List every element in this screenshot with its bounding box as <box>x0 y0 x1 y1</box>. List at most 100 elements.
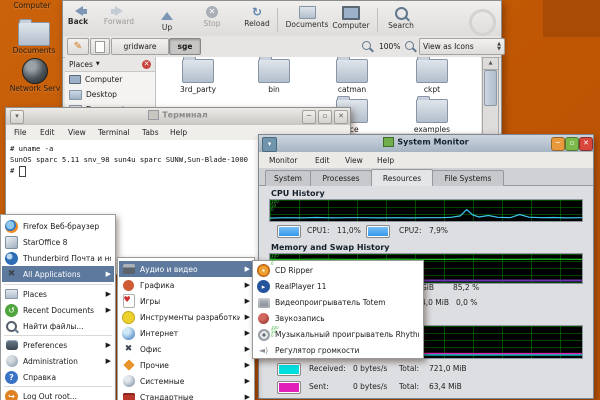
menu-item-rhythmbox[interactable]: Музыкальный проигрыватель Rhythmbox <box>254 327 422 342</box>
file-list-scrollbar[interactable]: ▲ <box>482 57 499 135</box>
received-total-label: Total: <box>399 364 419 373</box>
search-button[interactable]: Search <box>381 6 421 35</box>
documents-button[interactable]: Documents <box>281 6 333 35</box>
sidebar-item-computer[interactable]: Computer <box>65 72 155 87</box>
cpu2-value: 7,9% <box>429 226 448 235</box>
menu-item-label: CD Ripper <box>275 266 419 275</box>
view-mode-select[interactable]: View as Icons ▲▼ <box>419 38 505 55</box>
menu-item-internet[interactable]: Интернет▶ <box>119 325 253 341</box>
tab-processes[interactable]: Processes <box>310 170 372 186</box>
sent-swatch <box>277 381 301 394</box>
menu-item-dev-tools[interactable]: Инструменты разработки▶ <box>119 309 253 325</box>
menu-item-firefox[interactable]: Firefox Веб-браузер <box>2 218 114 234</box>
computer-button[interactable]: Computer <box>329 6 373 35</box>
menu-item-realplayer[interactable]: ▸RealPlayer 11 <box>254 279 422 294</box>
file-item-catman[interactable]: catman <box>320 59 384 94</box>
path-button-gridware[interactable]: gridware <box>111 38 169 55</box>
edit-location-button[interactable]: ✎ <box>67 38 89 55</box>
menu-view[interactable]: View <box>345 152 363 168</box>
menu-item-games[interactable]: ♥Игры▶ <box>119 293 253 309</box>
up-button[interactable]: Up <box>153 6 181 35</box>
scrollbar-thumb[interactable] <box>484 70 497 106</box>
file-item-bin[interactable]: bin <box>242 59 306 94</box>
menu-edit[interactable]: Edit <box>315 152 330 168</box>
volume-icon: ◄) <box>257 344 270 357</box>
places-folder-icon <box>5 289 18 299</box>
sidebar-header[interactable]: Places ▼ ✕ <box>65 57 155 72</box>
menu-item-staroffice[interactable]: StarOffice 8 <box>2 234 114 250</box>
desktop-icon-computer[interactable]: Computer <box>2 1 62 10</box>
menu-item-search-files[interactable]: Найти файлы... <box>2 318 114 334</box>
back-icon <box>70 6 87 16</box>
forward-button[interactable]: Forward <box>99 6 139 35</box>
maximize-button[interactable]: ▫ <box>565 137 579 151</box>
path-button-sge[interactable]: sge <box>169 38 201 55</box>
menu-item-preferences[interactable]: Preferences▶ <box>2 337 114 353</box>
menu-item-logout[interactable]: ↪Log Out root... <box>2 388 114 400</box>
menu-item-thunderbird[interactable]: Thunderbird Почта и новости <box>2 250 114 266</box>
tab-system[interactable]: System <box>265 170 311 186</box>
menu-item-all-applications[interactable]: ✖All Applications▶ <box>2 266 114 282</box>
menu-item-graphics[interactable]: Графика▶ <box>119 277 253 293</box>
audio-video-icon <box>123 264 135 274</box>
sidebar-item-desktop[interactable]: Desktop <box>65 87 155 102</box>
file-item-3rd_party[interactable]: 3rd_party <box>166 59 230 94</box>
menu-item-cd-ripper[interactable]: CD Ripper <box>254 263 422 278</box>
menu-item-help[interactable]: ?Справка <box>2 369 114 385</box>
sent-total: 63,4 MiB <box>429 382 462 391</box>
menu-tabs[interactable]: Tabs <box>142 125 159 140</box>
new-note-button[interactable] <box>90 38 110 55</box>
menu-view[interactable]: View <box>68 125 86 140</box>
submenu-arrow-icon: ▶ <box>245 265 250 273</box>
menu-item-office[interactable]: ✖Офис▶ <box>119 341 253 357</box>
stepper-arrows-icon: ▲▼ <box>497 42 501 52</box>
minimize-button[interactable]: ─ <box>302 110 316 124</box>
menu-item-totem[interactable]: Видеопроигрыватель Totem <box>254 295 422 310</box>
menu-file[interactable]: File <box>14 125 27 140</box>
back-button[interactable]: Back <box>63 6 93 35</box>
tab-file-systems[interactable]: File Systems <box>432 170 504 186</box>
minimize-button[interactable]: ─ <box>551 137 565 151</box>
menu-item-volume-control[interactable]: ◄)Регулятор громкости <box>254 343 422 358</box>
close-button[interactable]: ✕ <box>579 137 593 151</box>
zoom-in-button[interactable] <box>405 41 414 52</box>
file-item-ckpt[interactable]: ckpt <box>400 59 464 94</box>
terminal-titlebar[interactable]: ▾ Терминал ─ ▫ ✕ <box>6 108 350 126</box>
menu-item-audio-video[interactable]: Аудио и видео▶ <box>119 261 253 277</box>
system-monitor-menubar: Monitor Edit View Help <box>259 152 593 169</box>
stop-button[interactable]: ✕ Stop <box>197 6 227 35</box>
menu-monitor[interactable]: Monitor <box>269 152 298 168</box>
zoom-out-button[interactable] <box>362 41 371 52</box>
reload-button[interactable]: ↻ Reload <box>239 6 275 35</box>
menu-item-places[interactable]: Places▶ <box>2 286 114 302</box>
file-item-examples[interactable]: examples <box>400 99 464 133</box>
up-label: Up <box>162 23 172 32</box>
submenu-arrow-icon: ▶ <box>245 377 250 385</box>
close-button[interactable]: ✕ <box>334 110 348 124</box>
menu-item-system[interactable]: Системные ▶ <box>119 373 253 389</box>
swap-percent: 0,0 % <box>456 298 477 307</box>
menu-help[interactable]: Help <box>377 152 394 168</box>
menu-terminal[interactable]: Terminal <box>98 125 130 140</box>
menu-item-standard[interactable]: Стандартные▶ <box>119 389 253 400</box>
tab-resources[interactable]: Resources <box>371 169 433 186</box>
file-label: bin <box>242 85 306 94</box>
view-mode-label: View as Icons <box>423 42 474 51</box>
submenu-arrow-icon: ▶ <box>106 357 111 365</box>
computer-label: Computer <box>332 21 369 30</box>
menu-item-recent-documents[interactable]: ↺Recent Documents▶ <box>2 302 114 318</box>
menu-item-other[interactable]: Прочие▶ <box>119 357 253 373</box>
close-sidebar-icon[interactable]: ✕ <box>142 60 151 69</box>
menu-item-label: Системные <box>140 377 240 386</box>
submenu-arrow-icon: ▶ <box>245 281 250 289</box>
menu-help[interactable]: Help <box>170 125 187 140</box>
desktop-icon-documents[interactable]: Documents <box>8 18 60 55</box>
scroll-up-icon[interactable]: ▲ <box>483 58 498 70</box>
desktop-icon-network-servers[interactable]: Network Serv <box>6 58 64 93</box>
sent-value: 0 bytes/s <box>353 382 387 391</box>
menu-item-administration[interactable]: Administration▶ <box>2 353 114 369</box>
menu-item-sound-recorder[interactable]: Звукозапись <box>254 311 422 326</box>
system-monitor-titlebar[interactable]: ▾ System Monitor ─ ▫ ✕ <box>259 135 593 153</box>
menu-edit[interactable]: Edit <box>40 125 55 140</box>
maximize-button[interactable]: ▫ <box>318 110 332 124</box>
